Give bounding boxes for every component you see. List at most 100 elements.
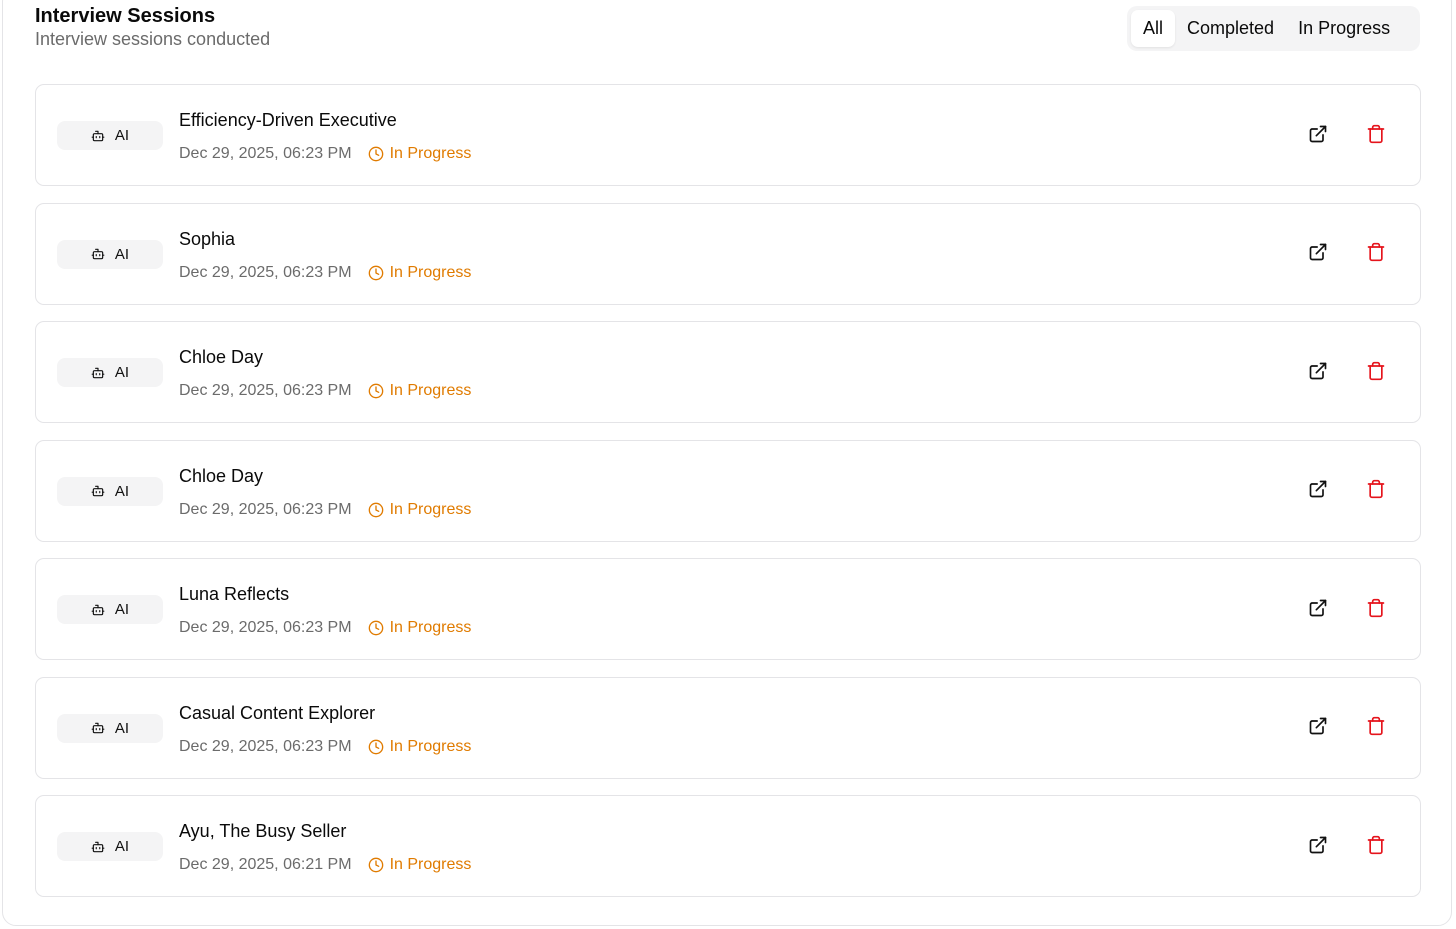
badge-label: AI [114,364,130,381]
session-title: Efficiency-Driven Executive [179,110,397,130]
status-badge: In Progress [368,855,472,875]
trash-icon [1366,242,1386,267]
session-card[interactable]: AI Ayu, The Busy Seller Dec 29, 2025, 06… [35,795,1421,897]
ai-badge: AI [57,358,163,387]
open-session-button[interactable] [1303,595,1333,625]
external-link-icon [1308,479,1328,504]
status-label: In Progress [389,263,472,281]
session-title: Casual Content Explorer [179,702,376,723]
page-subtitle: Interview sessions conducted [35,29,271,49]
session-card[interactable]: AI Chloe Day Dec 29, 2025, 06:23 PM In P… [35,439,1421,542]
status-badge: In Progress [368,263,472,283]
ai-badge: AI [57,713,163,743]
status-badge: In Progress [368,618,472,638]
trash-icon [1366,479,1386,504]
session-title: Ayu, The Busy Seller [179,821,347,841]
session-date: Dec 29, 2025, 06:23 PM [179,619,352,636]
ai-badge: AI [57,239,163,269]
ai-badge: AI [57,595,163,624]
trash-icon [1366,835,1386,860]
session-card[interactable]: AI Luna Reflects Dec 29, 2025, 06:23 PM … [35,558,1421,660]
open-session-button[interactable] [1303,477,1333,507]
session-card[interactable]: AI Casual Content Explorer Dec 29, 2025,… [35,676,1421,779]
session-date: Dec 29, 2025, 06:23 PM [179,382,352,399]
delete-session-button[interactable] [1361,832,1391,862]
session-date: Dec 29, 2025, 06:23 PM [179,500,352,518]
bot-icon [91,721,105,735]
status-label: In Progress [389,500,472,518]
clock-icon [368,146,384,162]
status-filter-tabs: All Completed In Progress [1127,6,1420,51]
status-label: In Progress [389,145,472,162]
delete-session-button[interactable] [1361,714,1391,744]
clock-icon [368,265,384,281]
session-meta: Dec 29, 2025, 06:23 PM In Progress [179,737,471,757]
open-session-button[interactable] [1303,358,1333,388]
status-label: In Progress [389,382,472,399]
trash-icon [1366,361,1386,386]
trash-icon [1366,716,1386,741]
status-badge: In Progress [368,737,472,757]
ai-badge: AI [57,121,163,150]
external-link-icon [1308,835,1328,860]
delete-session-button[interactable] [1361,121,1391,151]
external-link-icon [1308,242,1328,267]
badge-label: AI [114,719,130,737]
trash-icon [1366,124,1386,149]
clock-icon [368,383,384,399]
external-link-icon [1308,361,1328,386]
session-card[interactable]: AI Chloe Day Dec 29, 2025, 06:23 PM In P… [35,321,1421,423]
session-meta: Dec 29, 2025, 06:23 PM In Progress [179,381,471,401]
trash-icon [1366,598,1386,623]
tab-completed[interactable]: Completed [1175,10,1286,47]
open-session-button[interactable] [1303,832,1333,862]
session-meta: Dec 29, 2025, 06:21 PM In Progress [179,855,471,875]
bot-icon [91,603,105,617]
session-meta: Dec 29, 2025, 06:23 PM In Progress [179,263,471,283]
ai-badge: AI [57,832,163,861]
clock-icon [368,620,384,636]
bot-icon [91,484,105,498]
page-title: Interview Sessions [35,5,216,27]
session-meta: Dec 29, 2025, 06:23 PM In Progress [179,618,471,638]
bot-icon [91,840,105,854]
tab-all[interactable]: All [1131,10,1176,47]
status-badge: In Progress [368,144,472,164]
delete-session-button[interactable] [1361,240,1391,270]
ai-badge: AI [57,476,163,506]
tab-in-progress[interactable]: In Progress [1286,10,1402,47]
delete-session-button[interactable] [1361,477,1391,507]
badge-label: AI [114,601,130,618]
session-title: Chloe Day [179,465,264,486]
open-session-button[interactable] [1303,121,1333,151]
status-label: In Progress [389,856,472,873]
session-title: Chloe Day [179,347,264,367]
session-meta: Dec 29, 2025, 06:23 PM In Progress [179,144,471,164]
session-card[interactable]: AI Efficiency-Driven Executive Dec 29, 2… [35,84,1421,186]
delete-session-button[interactable] [1361,595,1391,625]
badge-label: AI [114,482,130,500]
delete-session-button[interactable] [1361,358,1391,388]
status-label: In Progress [389,619,472,636]
status-badge: In Progress [368,500,472,520]
session-title: Luna Reflects [179,584,290,604]
session-meta: Dec 29, 2025, 06:23 PM In Progress [179,500,471,520]
external-link-icon [1308,124,1328,149]
clock-icon [368,857,384,873]
session-date: Dec 29, 2025, 06:21 PM [179,856,352,873]
session-title: Sophia [179,228,236,249]
session-card[interactable]: AI Sophia Dec 29, 2025, 06:23 PM In Prog… [35,202,1421,305]
badge-label: AI [114,127,130,144]
open-session-button[interactable] [1303,714,1333,744]
session-date: Dec 29, 2025, 06:23 PM [179,737,352,755]
session-date: Dec 29, 2025, 06:23 PM [179,145,352,162]
badge-label: AI [114,245,130,263]
external-link-icon [1308,598,1328,623]
bot-icon [91,247,105,261]
session-date: Dec 29, 2025, 06:23 PM [179,263,352,281]
status-label: In Progress [389,737,472,755]
open-session-button[interactable] [1303,240,1333,270]
bot-icon [91,366,105,380]
clock-icon [368,739,384,755]
external-link-icon [1308,716,1328,741]
